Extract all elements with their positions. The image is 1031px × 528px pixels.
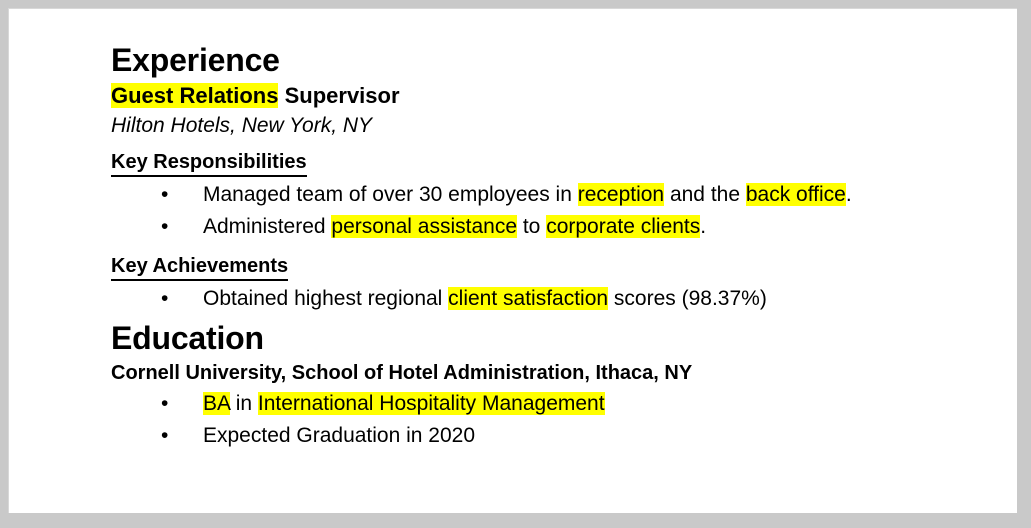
job-title-highlighted: Guest Relations bbox=[111, 82, 279, 108]
bullet-icon: • bbox=[161, 424, 169, 448]
bullet-text-part: Obtained highest regional bbox=[203, 286, 449, 310]
employer-location: Hilton Hotels, New York, NY bbox=[111, 113, 373, 137]
bullet-text-highlight: back office bbox=[745, 182, 846, 206]
section-heading-education: Education bbox=[111, 320, 264, 357]
list-item: • Obtained highest regional client satisf… bbox=[111, 283, 1003, 316]
bullet-icon: • bbox=[161, 215, 169, 239]
responsibilities-list: • Managed team of over 30 employees in re… bbox=[111, 179, 1003, 244]
resume-content: Experience Guest Relations Supervisor Hi… bbox=[111, 43, 1003, 453]
bullet-text-part: Managed team of over 30 employees in bbox=[203, 182, 578, 206]
bullet-icon: • bbox=[161, 286, 169, 310]
list-item: • Managed team of over 30 employees in re… bbox=[111, 179, 1003, 212]
list-item: • Administered personal assistance to cor… bbox=[111, 211, 1003, 244]
bullet-text-part: and the bbox=[664, 182, 746, 206]
bullet-text-highlight: BA bbox=[203, 391, 230, 415]
key-achievements-block: Key Achievements bbox=[111, 249, 1003, 281]
job-title-plain: Supervisor bbox=[278, 82, 400, 108]
bullet-text-highlight: International Hospitality Management bbox=[257, 391, 605, 415]
achievements-list: • Obtained highest regional client satisf… bbox=[111, 283, 1003, 316]
subheading-key-achievements: Key Achievements bbox=[111, 253, 289, 281]
bullet-text-part: . bbox=[700, 215, 707, 239]
bullet-icon: • bbox=[161, 391, 169, 415]
bullet-text-part: Administered bbox=[203, 215, 332, 239]
bullet-text-highlight: corporate clients bbox=[546, 215, 701, 239]
subheading-key-responsibilities: Key Responsibilities bbox=[111, 149, 307, 177]
school-line: Cornell University, School of Hotel Admi… bbox=[111, 361, 693, 384]
bullet-text-part: scores (98.37%) bbox=[608, 286, 767, 310]
bullet-text-highlight: personal assistance bbox=[331, 215, 517, 239]
bullet-text-part: to bbox=[517, 215, 547, 239]
education-list: • BA in International Hospitality Managem… bbox=[111, 388, 1003, 453]
bullet-text-part: Expected Graduation in 2020 bbox=[203, 424, 476, 448]
list-item: • BA in International Hospitality Managem… bbox=[111, 388, 1003, 421]
bullet-text-part: . bbox=[845, 182, 852, 206]
section-heading-experience: Experience bbox=[111, 42, 280, 78]
bullet-text-highlight: client satisfaction bbox=[448, 286, 609, 310]
job-title: Guest Relations Supervisor bbox=[111, 81, 1003, 110]
key-responsibilities-block: Key Responsibilities bbox=[111, 145, 1003, 177]
document-page: Experience Guest Relations Supervisor Hi… bbox=[8, 8, 1017, 513]
bullet-icon: • bbox=[161, 182, 169, 206]
bullet-text-part: in bbox=[229, 391, 258, 415]
bullet-text-highlight: reception bbox=[577, 182, 665, 206]
list-item: • Expected Graduation in 2020 bbox=[111, 420, 1003, 453]
